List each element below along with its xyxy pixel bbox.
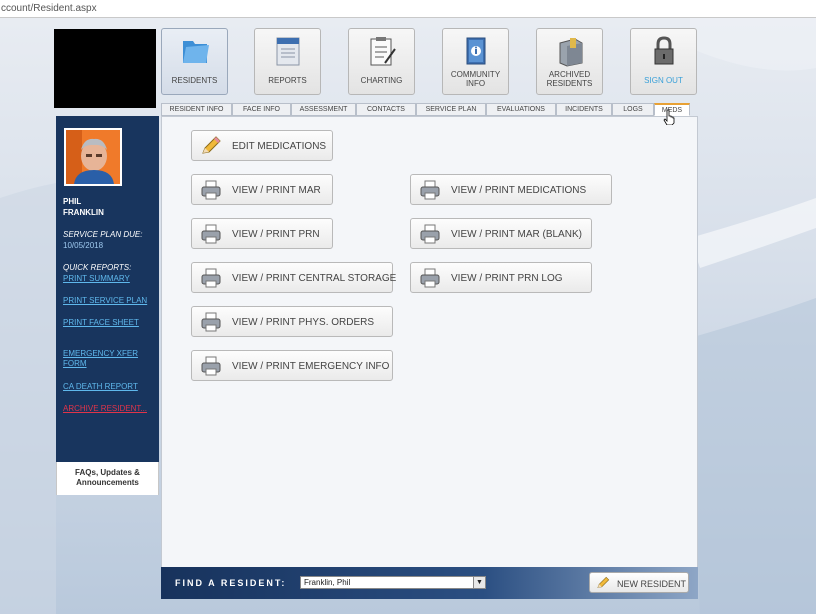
view-print-mar-blank-button[interactable]: VIEW / PRINT MAR (BLANK) xyxy=(410,218,592,249)
nav-residents-button[interactable]: RESIDENTS xyxy=(161,28,228,95)
find-resident-select[interactable]: Franklin, Phil ▼ xyxy=(300,576,486,589)
emergency-xfer-form-link[interactable]: EMERGENCY XFER FORM xyxy=(63,349,141,369)
tab-incidents[interactable]: INCIDENTS xyxy=(556,103,612,116)
view-print-mar-label: VIEW / PRINT MAR xyxy=(232,185,321,196)
printer-icon xyxy=(420,268,440,288)
pencil-icon xyxy=(597,576,610,588)
browser-url[interactable]: ccount/Resident.aspx xyxy=(0,0,816,18)
view-print-mar-button[interactable]: VIEW / PRINT MAR xyxy=(191,174,333,205)
nav-charting-label: CHARTING xyxy=(360,76,403,85)
resident-name: PHIL FRANKLIN xyxy=(63,196,104,218)
edit-medications-label: EDIT MEDICATIONS xyxy=(232,141,327,152)
view-print-phys-orders-button[interactable]: VIEW / PRINT PHYS. ORDERS xyxy=(191,306,393,337)
nav-reports-button[interactable]: REPORTS xyxy=(254,28,321,95)
facility-logo xyxy=(54,29,156,108)
nav-archived-residents-label: ARCHIVED RESIDENTS xyxy=(537,70,602,88)
view-print-phys-orders-label: VIEW / PRINT PHYS. ORDERS xyxy=(232,317,375,328)
view-print-medications-button[interactable]: VIEW / PRINT MEDICATIONS xyxy=(410,174,612,205)
folder-icon xyxy=(183,41,209,63)
nav-residents-label: RESIDENTS xyxy=(171,76,218,85)
selected-resident-value: Franklin, Phil xyxy=(304,578,351,587)
meds-panel: EDIT MEDICATIONS VIEW / PRINT MAR VIEW /… xyxy=(161,116,698,568)
padlock-icon xyxy=(654,36,674,65)
nav-archived-line1: ARCHIVED xyxy=(548,70,591,79)
edit-medications-button[interactable]: EDIT MEDICATIONS xyxy=(191,130,333,161)
nav-sign-out-button[interactable]: SIGN OUT xyxy=(630,28,697,95)
tab-service-plan[interactable]: SERVICE PLAN xyxy=(416,103,486,116)
find-resident-bar: FIND A RESIDENT: Franklin, Phil ▼ NEW RE… xyxy=(161,567,698,599)
view-print-emergency-info-label: VIEW / PRINT EMERGENCY INFO xyxy=(232,361,390,372)
resident-sidebar: PHIL FRANKLIN SERVICE PLAN DUE: 10/05/20… xyxy=(56,116,159,462)
resident-photo xyxy=(66,130,120,184)
ca-death-report-link[interactable]: CA DEATH REPORT xyxy=(63,382,155,392)
faq-line2: Announcements xyxy=(76,478,139,487)
nav-community-line2: INFO xyxy=(465,79,486,88)
archive-cabinet-icon xyxy=(559,38,583,67)
find-resident-label: FIND A RESIDENT: xyxy=(175,578,287,588)
print-service-plan-link[interactable]: PRINT SERVICE PLAN xyxy=(63,296,155,306)
print-summary-link[interactable]: PRINT SUMMARY xyxy=(63,274,155,284)
resident-avatar xyxy=(64,128,122,186)
view-print-central-storage-button[interactable]: VIEW / PRINT CENTRAL STORAGE xyxy=(191,262,397,293)
print-face-sheet-link[interactable]: PRINT FACE SHEET xyxy=(63,318,155,328)
nav-archived-residents-button[interactable]: ARCHIVED RESIDENTS xyxy=(536,28,603,95)
tab-logs[interactable]: LOGS xyxy=(612,103,654,116)
info-book-icon xyxy=(466,37,486,65)
tab-resident-info[interactable]: RESIDENT INFO xyxy=(161,103,232,116)
pencil-icon xyxy=(202,136,221,154)
printer-icon xyxy=(420,224,440,244)
resident-first-name: PHIL xyxy=(63,197,82,206)
nav-archived-line2: RESIDENTS xyxy=(546,79,593,88)
report-icon xyxy=(276,37,300,66)
quick-reports-label: QUICK REPORTS: xyxy=(63,263,132,272)
printer-icon xyxy=(201,356,221,376)
view-print-prn-label: VIEW / PRINT PRN xyxy=(232,229,320,240)
nav-community-line1: COMMUNITY xyxy=(450,70,501,79)
view-print-prn-log-button[interactable]: VIEW / PRINT PRN LOG xyxy=(410,262,592,293)
printer-icon xyxy=(201,180,221,200)
archive-resident-link[interactable]: ARCHIVE RESIDENT... xyxy=(63,404,155,414)
nav-charting-button[interactable]: CHARTING xyxy=(348,28,415,95)
new-resident-label: NEW RESIDENT xyxy=(617,579,687,589)
resident-last-name: FRANKLIN xyxy=(63,208,104,217)
tab-assessment[interactable]: ASSESSMENT xyxy=(291,103,356,116)
printer-icon xyxy=(201,312,221,332)
service-plan-due-label: SERVICE PLAN DUE: xyxy=(63,230,143,239)
new-resident-button[interactable]: NEW RESIDENT xyxy=(589,572,689,593)
hand-cursor-icon xyxy=(663,109,675,125)
nav-community-info-label: COMMUNITY INFO xyxy=(443,70,508,88)
clipboard-icon xyxy=(370,37,396,66)
tab-contacts[interactable]: CONTACTS xyxy=(356,103,416,116)
nav-community-info-button[interactable]: COMMUNITY INFO xyxy=(442,28,509,95)
faq-line1: FAQs, Updates & xyxy=(75,468,140,477)
view-print-central-storage-label: VIEW / PRINT CENTRAL STORAGE xyxy=(232,273,397,284)
tab-evaluations[interactable]: EVALUATIONS xyxy=(486,103,556,116)
view-print-mar-blank-label: VIEW / PRINT MAR (BLANK) xyxy=(451,229,582,240)
dropdown-arrow-icon[interactable]: ▼ xyxy=(473,577,485,588)
printer-icon xyxy=(201,224,221,244)
view-print-prn-log-label: VIEW / PRINT PRN LOG xyxy=(451,273,563,284)
printer-icon xyxy=(420,180,440,200)
view-print-emergency-info-button[interactable]: VIEW / PRINT EMERGENCY INFO xyxy=(191,350,393,381)
service-plan-due-date: 10/05/2018 xyxy=(63,241,104,250)
faqs-updates-link[interactable]: FAQs, Updates & Announcements xyxy=(56,462,159,495)
nav-reports-label: REPORTS xyxy=(268,76,307,85)
printer-icon xyxy=(201,268,221,288)
view-print-prn-button[interactable]: VIEW / PRINT PRN xyxy=(191,218,333,249)
view-print-medications-label: VIEW / PRINT MEDICATIONS xyxy=(451,185,587,196)
nav-sign-out-label: SIGN OUT xyxy=(644,76,683,85)
tab-face-info[interactable]: FACE INFO xyxy=(232,103,291,116)
